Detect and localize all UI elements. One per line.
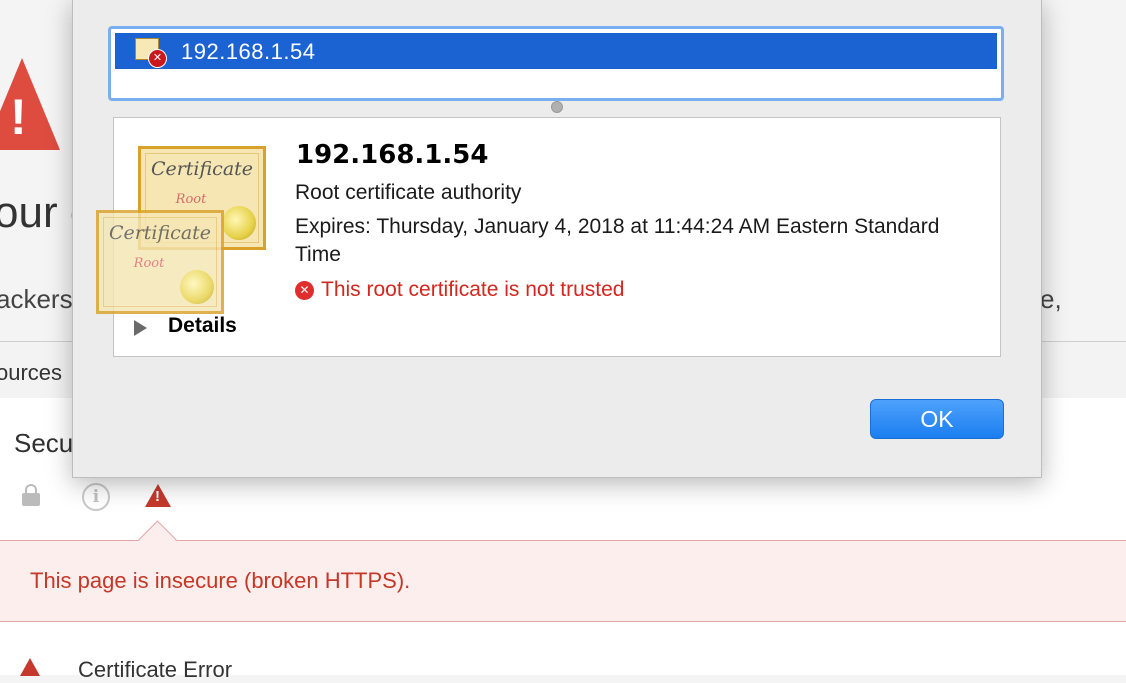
certificate-name: 192.168.1.54 [296, 140, 489, 170]
info-icon[interactable]: i [82, 483, 110, 511]
certificate-list-item-selected[interactable]: ✕ 192.168.1.54 [115, 33, 997, 69]
page-paragraph-left: ackers [0, 284, 73, 314]
insecure-message: This page is insecure (broken HTTPS). [30, 568, 411, 593]
untrusted-certificate-icon: ✕ [135, 38, 167, 68]
trust-status: ✕ This root certificate is not trusted [295, 278, 624, 302]
security-panel-title: Secu [14, 428, 74, 458]
certificate-list-item-label: 192.168.1.54 [181, 39, 316, 64]
certificate-expiry: Expires: Thursday, January 4, 2018 at 11… [295, 215, 940, 266]
certificate-list[interactable]: ✕ 192.168.1.54 [108, 26, 1004, 101]
disclosure-triangle-icon[interactable] [134, 320, 147, 336]
certificate-error-icon [20, 658, 40, 676]
ok-button[interactable]: OK [870, 399, 1004, 439]
tab-sources[interactable]: ources [0, 360, 62, 386]
certificate-icon-overlay: Certificate Root [96, 210, 224, 314]
lock-icon[interactable] [22, 484, 40, 506]
page-paragraph-right: e, [1040, 284, 1062, 314]
certificate-error-label[interactable]: Certificate Error [78, 657, 232, 683]
trust-status-text: This root certificate is not trusted [321, 278, 625, 301]
large-warning-icon: ! [0, 58, 60, 150]
certificate-type: Root certificate authority [295, 181, 522, 204]
splitter-handle[interactable] [551, 101, 563, 113]
warning-icon[interactable]: ! [145, 484, 171, 507]
details-label[interactable]: Details [168, 314, 237, 338]
error-x-icon: ✕ [295, 281, 314, 300]
